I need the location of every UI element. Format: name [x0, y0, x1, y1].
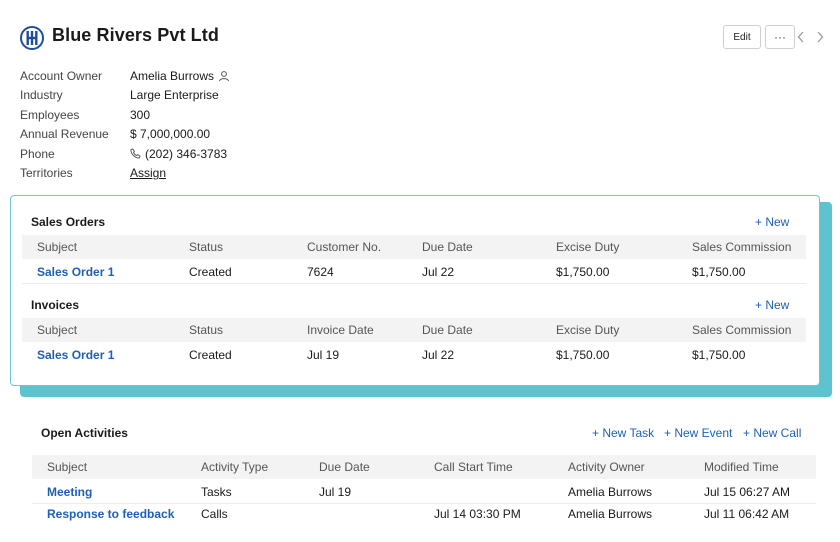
- table-cell: Calls: [201, 507, 228, 521]
- column-header[interactable]: Subject: [47, 455, 87, 479]
- phone-value[interactable]: (202) 346-3783: [145, 147, 227, 161]
- table-cell: Created: [189, 348, 232, 362]
- activity-subject-link[interactable]: Response to feedback: [47, 502, 174, 526]
- column-header[interactable]: Status: [189, 318, 223, 342]
- chevron-right-icon[interactable]: [813, 25, 827, 49]
- invoices-title: Invoices: [31, 298, 80, 312]
- column-header[interactable]: Excise Duty: [556, 235, 619, 259]
- open-activities-title: Open Activities: [41, 426, 128, 440]
- related-lists-card: Sales Orders + New Subject Status Custom…: [10, 195, 820, 386]
- table-row[interactable]: Meeting Tasks Jul 19 Amelia Burrows Jul …: [32, 480, 816, 504]
- table-row[interactable]: Sales Order 1 Created 7624 Jul 22 $1,750…: [22, 260, 806, 284]
- open-activities-header: Subject Activity Type Due Date Call Star…: [32, 455, 816, 479]
- column-header[interactable]: Customer No.: [307, 235, 381, 259]
- detail-label: Industry: [20, 88, 63, 103]
- detail-label: Employees: [20, 107, 80, 122]
- sales-orders-title: Sales Orders: [31, 215, 106, 229]
- column-header[interactable]: Activity Owner: [568, 455, 645, 479]
- table-cell: Amelia Burrows: [568, 485, 653, 499]
- column-header[interactable]: Status: [189, 235, 223, 259]
- table-cell: Amelia Burrows: [568, 507, 653, 521]
- sales-orders-header: Subject Status Customer No. Due Date Exc…: [22, 235, 806, 259]
- new-invoice-button[interactable]: + New: [755, 298, 789, 312]
- user-icon[interactable]: [218, 70, 230, 82]
- detail-label: Annual Revenue: [20, 127, 109, 142]
- account-details: Account Owner Amelia Burrows Industry La…: [20, 66, 230, 183]
- column-header[interactable]: Subject: [37, 318, 77, 342]
- table-cell: $1,750.00: [692, 348, 746, 362]
- column-header[interactable]: Excise Duty: [556, 318, 619, 342]
- table-row[interactable]: Sales Order 1 Created Jul 19 Jul 22 $1,7…: [22, 343, 806, 367]
- company-logo-icon: [20, 26, 44, 50]
- chevron-left-icon[interactable]: [794, 25, 808, 49]
- new-sales-order-button[interactable]: + New: [755, 215, 789, 229]
- activity-subject-link[interactable]: Meeting: [47, 480, 92, 504]
- table-cell: $1,750.00: [692, 265, 746, 279]
- column-header[interactable]: Activity Type: [201, 455, 268, 479]
- industry-value: Large Enterprise: [130, 88, 219, 103]
- column-header[interactable]: Due Date: [319, 455, 370, 479]
- phone-icon: [130, 148, 141, 159]
- annual-revenue-value: $ 7,000,000.00: [130, 127, 211, 142]
- invoices-header: Subject Status Invoice Date Due Date Exc…: [22, 318, 806, 342]
- detail-row-territories: Territories Assign: [20, 164, 230, 184]
- table-cell: $1,750.00: [556, 348, 610, 362]
- detail-label: Phone: [20, 146, 55, 161]
- assign-territory-link[interactable]: Assign: [130, 166, 166, 180]
- detail-row-industry: Industry Large Enterprise: [20, 86, 230, 106]
- table-row[interactable]: Response to feedback Calls Jul 14 03:30 …: [32, 502, 816, 526]
- table-cell: Created: [189, 265, 232, 279]
- more-options-button[interactable]: ···: [765, 25, 795, 49]
- column-header[interactable]: Invoice Date: [307, 318, 374, 342]
- detail-row-account-owner: Account Owner Amelia Burrows: [20, 66, 230, 86]
- edit-button[interactable]: Edit: [723, 25, 761, 49]
- detail-row-annual-revenue: Annual Revenue $ 7,000,000.00: [20, 125, 230, 145]
- sales-order-subject-link[interactable]: Sales Order 1: [37, 260, 114, 284]
- table-cell: Jul 22: [422, 348, 455, 362]
- detail-row-employees: Employees 300: [20, 105, 230, 125]
- new-task-button[interactable]: + New Task: [592, 426, 654, 440]
- column-header[interactable]: Sales Commission: [692, 235, 791, 259]
- record-header: Blue Rivers Pvt Ltd Edit ···: [20, 22, 830, 52]
- employees-value: 300: [130, 107, 151, 122]
- table-cell: Jul 22: [422, 265, 455, 279]
- table-cell: $1,750.00: [556, 265, 610, 279]
- table-cell: Jul 14 03:30 PM: [434, 507, 521, 521]
- detail-row-phone: Phone (202) 346-3783: [20, 144, 230, 164]
- table-cell: Jul 19: [307, 348, 340, 362]
- table-cell: 7624: [307, 265, 334, 279]
- column-header[interactable]: Due Date: [422, 318, 473, 342]
- new-event-button[interactable]: + New Event: [664, 426, 732, 440]
- column-header[interactable]: Subject: [37, 235, 77, 259]
- column-header[interactable]: Call Start Time: [434, 455, 513, 479]
- table-cell: Jul 11 06:42 AM: [704, 507, 790, 521]
- detail-label: Account Owner: [20, 68, 103, 83]
- column-header[interactable]: Sales Commission: [692, 318, 791, 342]
- column-header[interactable]: Modified Time: [704, 455, 779, 479]
- table-cell: Jul 19: [319, 485, 352, 499]
- detail-label: Territories: [20, 166, 73, 181]
- table-cell: Jul 15 06:27 AM: [704, 485, 791, 499]
- new-call-button[interactable]: + New Call: [743, 426, 801, 440]
- company-name: Blue Rivers Pvt Ltd: [52, 25, 219, 45]
- invoice-subject-link[interactable]: Sales Order 1: [37, 343, 114, 367]
- column-header[interactable]: Due Date: [422, 235, 473, 259]
- table-cell: Tasks: [201, 485, 232, 499]
- account-owner-value: Amelia Burrows: [130, 68, 215, 83]
